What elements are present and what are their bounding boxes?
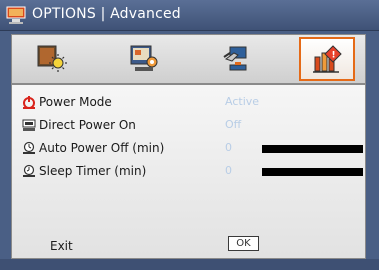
- menu-row-value: 0: [225, 141, 232, 154]
- menu-row-sleep-timer[interactable]: Sleep Timer (min) 0: [12, 162, 365, 182]
- menu-row-direct-power-on[interactable]: Direct Power On Off: [12, 116, 365, 136]
- svg-text:!: !: [332, 51, 336, 61]
- menu-row-label: Power Mode: [39, 95, 112, 109]
- bottom-frame: [0, 259, 379, 270]
- tab-image[interactable]: [24, 37, 80, 81]
- menu-row-label: Sleep Timer (min): [39, 164, 147, 178]
- options-menu-icon: [6, 6, 26, 24]
- osd-window: OPTIONS | Advanced ! Power Mode Active D…: [0, 0, 379, 270]
- menu-row-value: 0: [225, 164, 232, 177]
- display-gear-icon: [130, 45, 158, 71]
- ok-button[interactable]: OK: [228, 236, 259, 251]
- image-sun-icon: [37, 45, 67, 72]
- title-bar: OPTIONS | Advanced: [0, 0, 379, 31]
- exit-label[interactable]: Exit: [50, 239, 73, 253]
- options-panel: Power Mode Active Direct Power On Off Au…: [11, 84, 366, 259]
- menu-tab-strip: !: [11, 34, 366, 84]
- hand-setup-icon: [223, 46, 247, 71]
- tab-options[interactable]: !: [299, 37, 355, 81]
- timer-icon: [23, 141, 35, 154]
- sleep-timer-slider[interactable]: [262, 168, 363, 176]
- tab-setup[interactable]: [210, 37, 266, 81]
- options-chart-icon: !: [313, 45, 342, 73]
- auto-power-off-slider[interactable]: [262, 145, 363, 153]
- menu-row-auto-power-off[interactable]: Auto Power Off (min) 0: [12, 139, 365, 159]
- menu-row-value: Active: [225, 95, 260, 108]
- menu-row-value: Off: [225, 118, 242, 131]
- menu-row-label: Direct Power On: [39, 118, 136, 132]
- sleep-timer-icon: [23, 164, 35, 177]
- power-on-icon: [22, 119, 36, 131]
- menu-row-label: Auto Power Off (min): [39, 141, 165, 155]
- tab-display[interactable]: [117, 37, 173, 81]
- window-title: OPTIONS | Advanced: [32, 6, 181, 22]
- power-icon: [23, 96, 35, 109]
- menu-row-power-mode[interactable]: Power Mode Active: [12, 93, 365, 113]
